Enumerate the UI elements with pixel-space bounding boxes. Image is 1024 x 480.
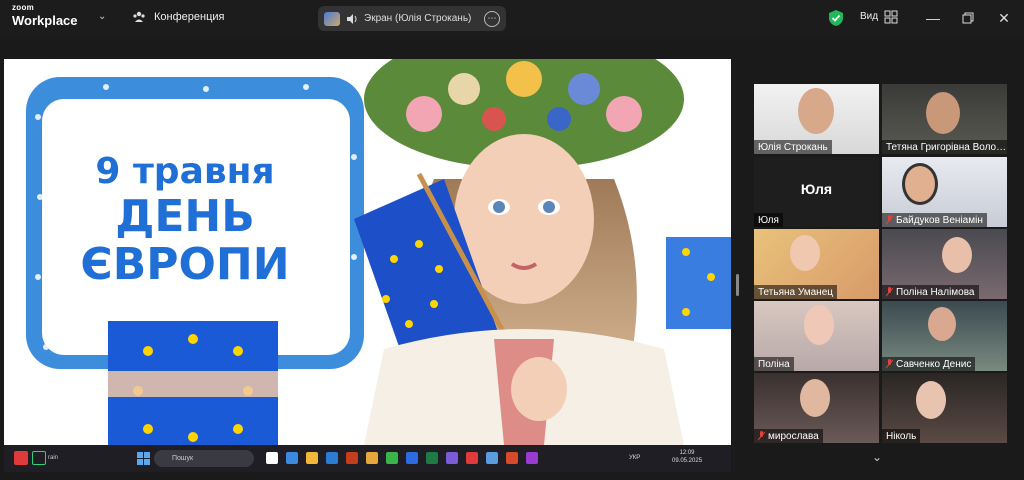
participant-face	[790, 235, 820, 271]
language-indicator[interactable]: УКР	[629, 455, 640, 461]
view-button[interactable]: Вид	[860, 11, 878, 22]
participant-name: Савченко Денис	[882, 357, 976, 371]
participant-face	[902, 163, 938, 205]
firefox-icon[interactable]	[506, 452, 518, 464]
resize-handle[interactable]	[736, 274, 739, 296]
mic-muted-icon	[886, 359, 893, 369]
app2-icon[interactable]	[526, 452, 538, 464]
participant-name-text: Савченко Денис	[896, 358, 972, 370]
participant-tile[interactable]: Тетьяна Уманец	[754, 229, 879, 299]
pen-icon[interactable]	[14, 451, 28, 465]
screen-share-pill[interactable]: Экран (Юлія Строкань) ⋯	[318, 6, 506, 31]
meeting-icon	[133, 11, 145, 22]
participant-name: Поліна	[754, 357, 794, 371]
grid-view-icon[interactable]	[884, 10, 898, 24]
participant-tile[interactable]: Поліна	[754, 301, 879, 371]
chrome-icon[interactable]	[386, 452, 398, 464]
participant-name-text: Поліна Налімова	[896, 286, 975, 298]
minimize-icon[interactable]: —	[923, 8, 943, 28]
eu-flag-image	[108, 321, 278, 445]
participant-name: Ніколь	[882, 429, 921, 443]
clock[interactable]: 12:09 09.05.2025	[672, 450, 702, 466]
participant-name-text: мирослава	[768, 430, 819, 442]
gallery-scroll-down-icon[interactable]: ⌄	[872, 450, 882, 464]
security-shield-icon[interactable]	[828, 9, 844, 27]
participant-name-text: Юлія Строкань	[758, 141, 828, 153]
word-icon[interactable]	[406, 452, 418, 464]
meeting-info-button[interactable]: Конференция	[132, 10, 224, 24]
close-icon[interactable]: ✕	[994, 8, 1014, 28]
share-thumbnail	[324, 11, 340, 26]
weather-label: rain	[48, 455, 59, 461]
participant-name-text: Байдуков Веніамін	[896, 214, 983, 226]
avatar-name: Юля	[800, 181, 833, 197]
explorer-icon[interactable]	[306, 452, 318, 464]
taskview-icon[interactable]	[266, 452, 278, 464]
acrobat-icon[interactable]	[466, 452, 478, 464]
participant-name-text: Юля	[758, 214, 779, 226]
participant-name: Тетяна Григорівна Воло…	[882, 140, 1007, 154]
participant-tile[interactable]: Тетяна Григорівна Воло…	[882, 84, 1007, 154]
draw-icon[interactable]	[32, 451, 46, 465]
share-label: Экран (Юлія Строкань)	[364, 13, 472, 24]
participant-tile[interactable]: Юлія Строкань	[754, 84, 879, 154]
edge-icon[interactable]	[286, 452, 298, 464]
window-titlebar: zoom Workplace ⌄ Конференция Экран (Юлія…	[0, 0, 1024, 36]
participant-name: Юлія Строкань	[754, 140, 832, 154]
participant-name-text: Тетьяна Уманец	[758, 286, 833, 298]
clock-date: 09.05.2025	[672, 457, 703, 464]
participant-face	[798, 88, 834, 134]
logo-line1: zoom	[12, 3, 35, 12]
windows-taskbar: rain Пошук УКР 12:09 09.05.2025	[4, 445, 731, 472]
participant-tile-active-speaker[interactable]: Ніколь	[882, 373, 1007, 443]
clock-time: 12:09	[679, 450, 695, 456]
start-icon[interactable]	[137, 452, 150, 465]
slide-line-day: ДЕНЬ	[115, 191, 255, 242]
participant-name: Поліна Налімова	[882, 285, 979, 299]
folder-icon[interactable]	[366, 452, 378, 464]
powerpoint-icon[interactable]	[346, 452, 358, 464]
slide-line-date: 9 травня	[95, 151, 275, 192]
participant-name-text: Поліна	[758, 358, 790, 370]
speaker-icon	[347, 13, 357, 24]
logo-line2: Workplace	[12, 13, 78, 28]
participant-face	[804, 305, 834, 345]
participant-name: Тетьяна Уманец	[754, 285, 837, 299]
mic-muted-icon	[758, 431, 765, 441]
shared-screen[interactable]: 9 травня ДЕНЬ ЄВРОПИ rain Пошук УКР 12:0…	[4, 59, 731, 472]
mic-muted-icon	[886, 215, 893, 225]
taskbar-search-text: Пошук	[172, 455, 194, 462]
participant-name: Юля	[754, 213, 783, 227]
zoom-icon[interactable]	[326, 452, 338, 464]
participant-tile[interactable]: Байдуков Веніамін	[882, 157, 1007, 227]
participant-face	[800, 379, 830, 417]
mic-muted-icon	[886, 287, 893, 297]
girl-illustration	[354, 59, 684, 445]
excel-icon[interactable]	[426, 452, 438, 464]
chevron-down-icon[interactable]: ⌄	[98, 11, 106, 22]
participant-face	[926, 92, 960, 134]
teams-icon[interactable]	[446, 452, 458, 464]
participant-name: Байдуков Веніамін	[882, 213, 987, 227]
participant-face	[916, 381, 946, 419]
presentation-slide: 9 травня ДЕНЬ ЄВРОПИ	[4, 59, 731, 445]
more-options-icon[interactable]: ⋯	[484, 10, 500, 27]
zoom-logo: zoom Workplace	[12, 3, 78, 28]
participant-tile[interactable]: Поліна Налімова	[882, 229, 1007, 299]
participant-tile[interactable]: Юля Юля	[754, 157, 879, 227]
slide-line-europe: ЄВРОПИ	[80, 239, 290, 290]
participant-tile[interactable]: мирослава	[754, 373, 879, 443]
participant-face	[942, 237, 972, 273]
meeting-label: Конференция	[154, 11, 225, 23]
participant-name: мирослава	[754, 429, 823, 443]
restore-icon[interactable]	[958, 8, 978, 28]
participant-name-text: Тетяна Григорівна Воло…	[886, 141, 1007, 153]
participant-name-text: Ніколь	[886, 430, 917, 442]
participant-face	[928, 307, 956, 341]
app-icon[interactable]	[486, 452, 498, 464]
participant-tile[interactable]: Савченко Денис	[882, 301, 1007, 371]
taskbar-search[interactable]: Пошук	[154, 450, 254, 467]
